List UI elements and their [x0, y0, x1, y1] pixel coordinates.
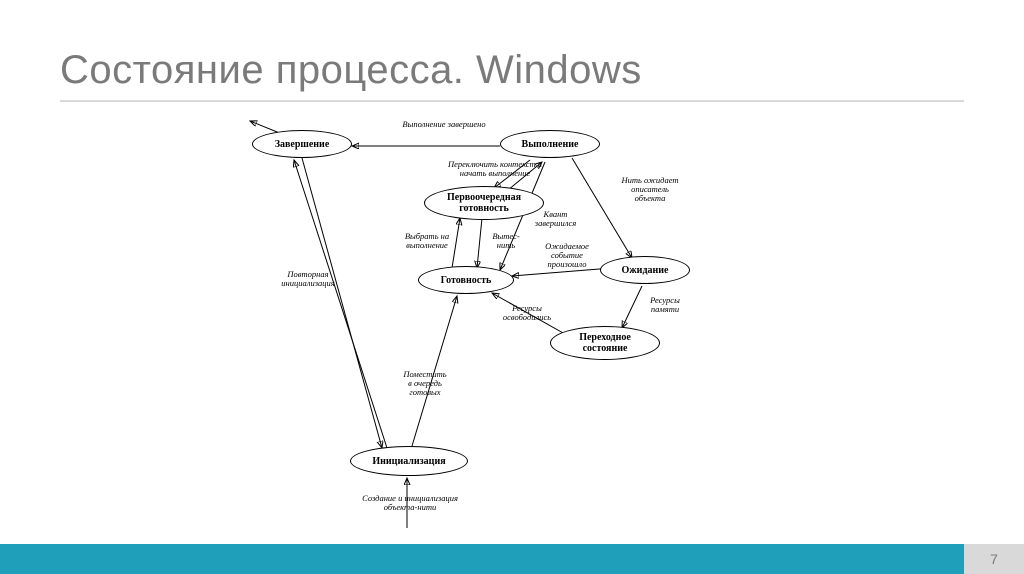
page-number: 7: [964, 544, 1024, 574]
label-switch-ctx: Переключить контекст и начать выполнение: [440, 160, 550, 178]
label-event-done: Ожидаемое событие произошло: [532, 242, 602, 269]
label-res-mem: Ресурсы памяти: [640, 296, 690, 314]
node-terminate: Завершение: [252, 130, 352, 158]
label-res-freed: Ресурсы освободились: [492, 304, 562, 322]
label-preempt: Вытес- нить: [486, 232, 526, 250]
label-exec-done: Выполнение завершено: [394, 120, 494, 129]
label-quantum: Квант завершился: [528, 210, 583, 228]
node-top-ready: Первоочередная готовность: [424, 186, 544, 220]
title-underline: [60, 100, 964, 102]
label-pick-exec: Выбрать на выполнение: [392, 232, 462, 250]
footer-bar: [0, 544, 1024, 574]
slide: Состояние процесса. Windows: [0, 0, 1024, 574]
label-thread-wait: Нить ожидает описатель объекта: [610, 176, 690, 203]
label-reinit: Повторная инициализация: [268, 270, 348, 288]
node-ready: Готовность: [418, 266, 514, 294]
node-waiting: Ожидание: [600, 256, 690, 284]
diagram-edges: [232, 118, 792, 538]
node-transition: Переходное состояние: [550, 326, 660, 360]
node-init: Инициализация: [350, 446, 468, 476]
state-diagram: Завершение Выполнение Первоочередная гот…: [232, 118, 792, 538]
label-create: Создание и инициализация объекта-нити: [340, 494, 480, 512]
label-enqueue: Поместить в очередь готовых: [390, 370, 460, 397]
node-running: Выполнение: [500, 130, 600, 158]
slide-title: Состояние процесса. Windows: [60, 48, 642, 93]
